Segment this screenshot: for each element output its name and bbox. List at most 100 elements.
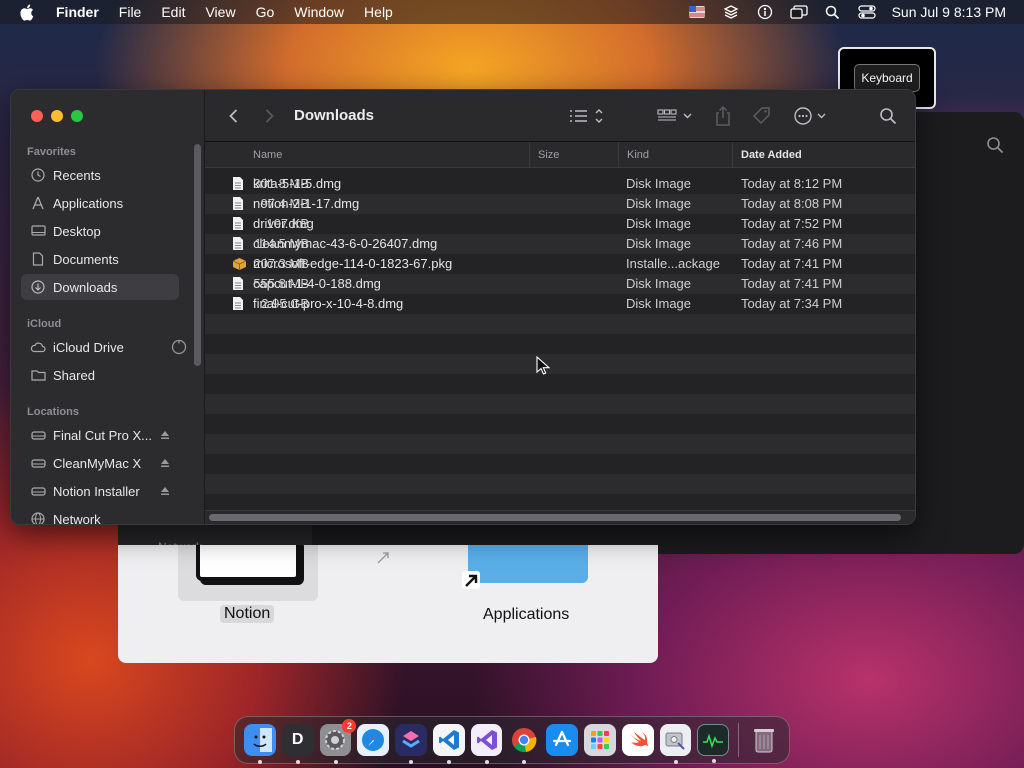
table-row[interactable]: final-cut-pro-x-10-4-8.dmg 2.95 GB Disk …: [205, 294, 915, 314]
dock-system-settings-icon[interactable]: 2: [319, 719, 357, 764]
tag-icon[interactable]: [752, 104, 772, 128]
sidebar-item-label: Final Cut Pro X...: [53, 427, 152, 443]
running-indicator: [333, 760, 338, 764]
menu-file[interactable]: File: [109, 0, 152, 24]
dock-trash-icon[interactable]: [748, 724, 780, 756]
file-date-added: Today at 7:41 PM: [741, 256, 843, 271]
sidebar-item-label: Documents: [53, 251, 119, 267]
empty-row: [205, 334, 915, 354]
table-row[interactable]: capcut-1-4-0-188.dmg 555.8 MB Disk Image…: [205, 274, 915, 294]
dock-chrome-icon[interactable]: [508, 724, 540, 764]
dock-finder-icon[interactable]: [244, 724, 276, 764]
background-search-icon[interactable]: [986, 136, 1006, 156]
share-icon[interactable]: [714, 104, 732, 128]
dock-activity-monitor-icon[interactable]: [697, 724, 730, 763]
file-kind: Installe...ackage: [626, 256, 720, 271]
sidebar-item-icloud-drive[interactable]: iCloud Drive: [21, 334, 187, 360]
sidebar-item-label: Downloads: [53, 279, 118, 295]
sidebar-item-downloads[interactable]: Downloads: [21, 274, 179, 300]
close-window-button[interactable]: [31, 110, 43, 122]
dock-app-store-icon[interactable]: [546, 724, 579, 756]
file-size: 114.5 MB: [254, 236, 309, 251]
notion-app-label: Notion: [220, 605, 275, 623]
file-size: 107 KB: [266, 216, 309, 231]
menu-app-name[interactable]: Finder: [46, 0, 109, 24]
menu-bar-clock[interactable]: Sun Jul 9 8:13 PM: [892, 4, 1006, 20]
file-kind: Disk Image: [626, 276, 692, 291]
column-date-added[interactable]: Date Added: [732, 142, 912, 168]
sidebar-item-cleanmymac[interactable]: CleanMyMac X: [21, 450, 179, 476]
file-size: 97.4 MB: [260, 196, 309, 211]
disk-image-icon: [232, 236, 246, 252]
disk-image-icon: [232, 196, 246, 212]
keyboard-popup-label[interactable]: Keyboard: [854, 64, 920, 92]
sidebar-scrollbar[interactable]: [194, 144, 201, 366]
applications-icon: [29, 194, 47, 212]
zoom-window-button[interactable]: [71, 110, 83, 122]
dock-launchpad-icon[interactable]: [584, 724, 616, 756]
sidebar-item-applications[interactable]: Applications: [21, 190, 179, 216]
minimize-window-button[interactable]: [51, 110, 63, 122]
mouse-pointer-icon: [536, 355, 551, 376]
eject-icon[interactable]: [159, 429, 171, 441]
icloud-sync-progress-icon: [171, 339, 187, 355]
running-indicator: [522, 760, 527, 764]
menu-edit[interactable]: Edit: [151, 0, 195, 24]
apple-menu-icon[interactable]: [16, 2, 36, 22]
menu-view[interactable]: View: [195, 0, 245, 24]
dock-shortcuts-icon[interactable]: [395, 724, 427, 764]
eject-icon[interactable]: [159, 485, 171, 497]
back-button[interactable]: [224, 106, 244, 126]
applications-folder-icon[interactable]: [468, 545, 588, 583]
search-icon[interactable]: [879, 104, 897, 128]
column-size[interactable]: Size: [529, 142, 619, 168]
dock-d-app-icon[interactable]: D: [281, 724, 314, 764]
sidebar-item-label: CleanMyMac X: [53, 455, 142, 471]
window-controls: [31, 110, 83, 122]
more-actions-button[interactable]: [793, 104, 829, 128]
horizontal-scrollbar[interactable]: [209, 514, 901, 521]
sidebar-item-recents[interactable]: Recents: [21, 162, 179, 188]
disk-image-icon: [232, 176, 246, 192]
column-kind[interactable]: Kind: [618, 142, 732, 168]
sidebar-section-icloud: iCloud: [27, 318, 62, 330]
control-center-icon[interactable]: [857, 3, 876, 21]
applications-folder-label: Applications: [483, 606, 570, 623]
dock-visual-studio-icon[interactable]: [470, 724, 503, 764]
dock-swift-icon[interactable]: [621, 724, 654, 756]
accessibility-icon[interactable]: [756, 3, 774, 21]
dock-disk-utility-icon[interactable]: [659, 724, 692, 764]
list-view-button[interactable]: [567, 104, 605, 128]
menu-go[interactable]: Go: [246, 0, 285, 24]
sidebar-item-network[interactable]: Network: [21, 506, 179, 524]
dock-safari-icon[interactable]: [357, 724, 390, 756]
sidebar-item-notion-installer[interactable]: Notion Installer: [21, 478, 179, 504]
menu-help[interactable]: Help: [354, 0, 403, 24]
file-kind: Disk Image: [626, 236, 692, 251]
dock-vscode-icon[interactable]: [432, 724, 465, 764]
table-row[interactable]: microsoft-edge-114-0-1823-67.pkg 207.3 M…: [205, 254, 915, 274]
group-by-button[interactable]: [656, 104, 694, 128]
notion-app-icon[interactable]: [178, 545, 318, 601]
column-name[interactable]: Name: [245, 142, 529, 168]
sidebar-item-desktop[interactable]: Desktop: [21, 218, 179, 244]
layers-icon[interactable]: [722, 3, 740, 21]
sidebar-item-final-cut-pro[interactable]: Final Cut Pro X...: [21, 422, 179, 448]
menu-window[interactable]: Window: [284, 0, 354, 24]
dock: D 2: [234, 716, 790, 764]
sidebar-item-documents[interactable]: Documents: [21, 246, 179, 272]
keyboard-flag-icon[interactable]: [688, 3, 706, 21]
finder-sidebar: Favorites Recents Applications Desktop D…: [11, 90, 205, 524]
empty-row: [205, 354, 915, 374]
forward-button[interactable]: [259, 106, 279, 126]
sidebar-item-shared[interactable]: Shared: [21, 362, 179, 388]
table-row[interactable]: krita-5-1-5.dmg 301.8 MB Disk Image Toda…: [205, 174, 915, 194]
empty-row: [205, 494, 915, 508]
table-row[interactable]: cleanmymac-43-6-0-26407.dmg 114.5 MB Dis…: [205, 234, 915, 254]
spotlight-search-icon[interactable]: [824, 3, 842, 21]
eject-icon[interactable]: [159, 457, 171, 469]
table-row[interactable]: driver.dmg 107 KB Disk Image Today at 7:…: [205, 214, 915, 234]
table-row[interactable]: notion-2-1-17.dmg 97.4 MB Disk Image Tod…: [205, 194, 915, 214]
network-icon: [29, 510, 47, 524]
screen-mirroring-icon[interactable]: [789, 3, 808, 21]
